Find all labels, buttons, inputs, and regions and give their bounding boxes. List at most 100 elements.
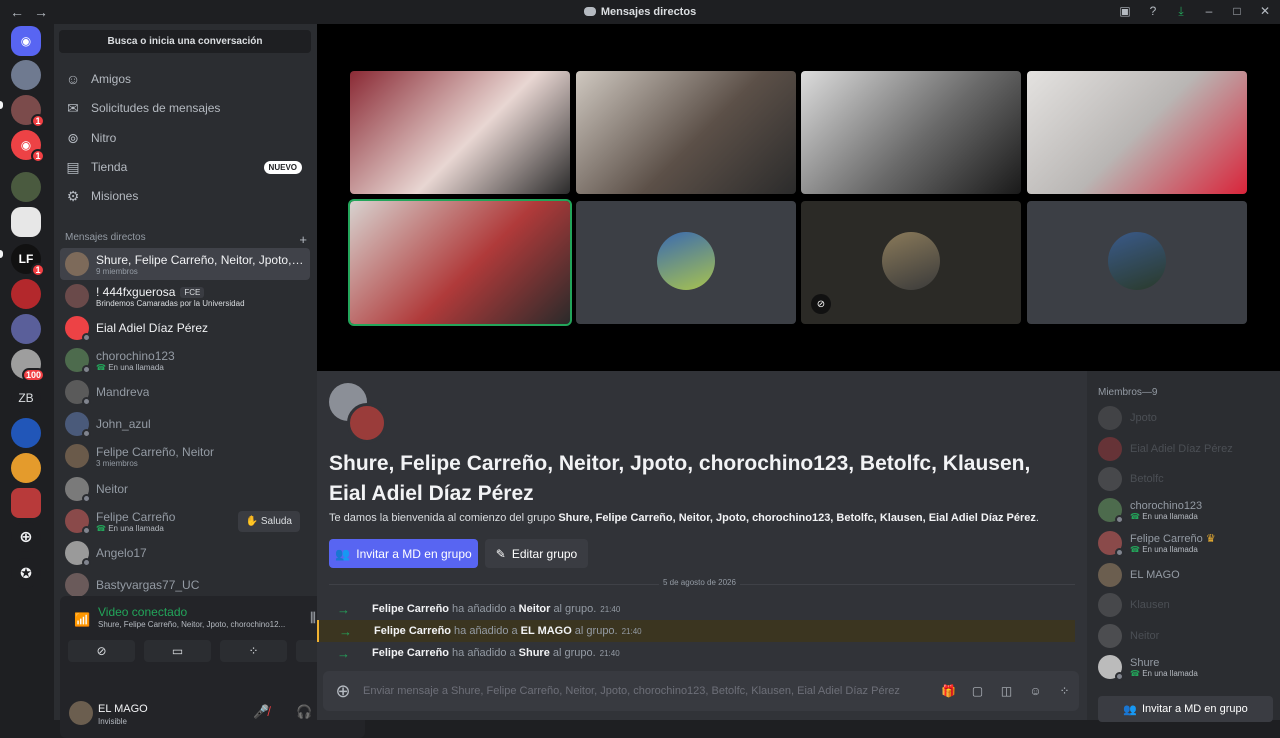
download-icon[interactable]: ⤓ bbox=[1174, 4, 1188, 19]
add-server-icon[interactable]: ⊕ bbox=[11, 522, 41, 552]
avatar bbox=[65, 380, 91, 406]
nav-shop[interactable]: ▤ Tienda NUEVO bbox=[60, 153, 312, 181]
avatar bbox=[65, 412, 91, 438]
camera-off-icon: ⊘ bbox=[96, 644, 107, 658]
server-icon[interactable] bbox=[11, 453, 41, 483]
avatar bbox=[65, 444, 89, 468]
gif-icon[interactable]: ▢ bbox=[963, 684, 992, 698]
dm-item[interactable]: ! 444fxguerosa FCE Brindemos Camaradas por… bbox=[60, 280, 310, 312]
emoji-icon[interactable]: ☺ bbox=[1021, 684, 1050, 698]
status-indicator bbox=[82, 526, 91, 535]
member-item[interactable]: EL MAGO bbox=[1098, 560, 1273, 590]
mute-mic-icon[interactable]: 🎤̸ bbox=[253, 704, 269, 720]
screen-share-button[interactable]: ▭ bbox=[144, 640, 211, 662]
avatar bbox=[65, 509, 91, 535]
participant-tile[interactable] bbox=[576, 201, 796, 324]
status-indicator bbox=[82, 558, 91, 567]
dm-item[interactable]: John_azul bbox=[60, 408, 310, 440]
member-item[interactable]: Jpoto bbox=[1098, 403, 1273, 433]
server-icon[interactable]: ◉ 1 bbox=[11, 130, 45, 163]
voice-channel[interactable]: Shure, Felipe Carreño, Neitor, Jpoto, ch… bbox=[98, 620, 298, 629]
member-item[interactable]: Felipe Carreño ♛En una llamada bbox=[1098, 528, 1273, 558]
search-input[interactable]: Busca o inicia una conversación bbox=[59, 30, 311, 53]
maximize-icon[interactable]: □ bbox=[1230, 4, 1244, 19]
member-item[interactable]: Neitor bbox=[1098, 621, 1273, 651]
create-dm-icon[interactable]: + bbox=[299, 232, 307, 247]
server-icon[interactable]: 100 bbox=[11, 349, 45, 382]
nav-friends[interactable]: ☺ Amigos bbox=[60, 65, 312, 93]
username[interactable]: EL MAGO bbox=[98, 703, 148, 715]
help-icon[interactable]: ? bbox=[1146, 4, 1160, 19]
server-list: ◉ 1 ◉ 1 LF 1 100 ZB ⊕ ✪ bbox=[0, 24, 54, 720]
avatar bbox=[65, 284, 89, 308]
avatar bbox=[1098, 467, 1122, 491]
server-icon[interactable] bbox=[11, 488, 41, 518]
camera-off-button[interactable]: ⊘ bbox=[68, 640, 135, 662]
member-item[interactable]: Betolfc bbox=[1098, 464, 1273, 494]
avatar bbox=[1098, 406, 1122, 430]
video-tile[interactable] bbox=[1027, 71, 1247, 194]
video-tile[interactable] bbox=[801, 71, 1021, 194]
invite-group-dm-button[interactable]: 👥 Invitar a MD en grupo bbox=[329, 539, 478, 568]
new-badge: NUEVO bbox=[263, 160, 302, 174]
dm-item[interactable]: Mandreva bbox=[60, 376, 310, 408]
title-bar: ← → Mensajes directos ▣ ? ⤓ – □ ✕ bbox=[0, 0, 1280, 24]
dm-item[interactable]: Eial Adiel Díaz Pérez bbox=[60, 312, 310, 344]
server-icon[interactable] bbox=[11, 172, 41, 202]
nav-nitro[interactable]: ⊚ Nitro bbox=[60, 124, 312, 152]
avatar[interactable] bbox=[69, 701, 93, 725]
activities-button[interactable]: ⁘ bbox=[220, 640, 287, 662]
video-tile[interactable] bbox=[576, 71, 796, 194]
wave-button[interactable]: ✋ Saluda bbox=[237, 510, 300, 532]
member-item[interactable]: chorochino123En una llamada bbox=[1098, 495, 1273, 525]
gift-icon[interactable]: 🎁 bbox=[934, 684, 963, 698]
join-arrow-icon: → bbox=[337, 601, 350, 617]
server-icon[interactable]: 1 bbox=[11, 95, 45, 128]
dm-item[interactable]: Angelo17 bbox=[60, 537, 310, 569]
nav-message-requests[interactable]: ✉ Solicitudes de mensajes bbox=[60, 94, 312, 122]
server-icon[interactable]: LF 1 bbox=[11, 244, 45, 277]
window-title: Mensajes directos bbox=[0, 6, 1280, 18]
dm-item[interactable]: Shure, Felipe Carreño, Neitor, Jpoto, ch… bbox=[60, 248, 310, 280]
server-icon[interactable] bbox=[11, 418, 41, 448]
avatar bbox=[65, 541, 91, 567]
attach-plus-icon[interactable]: ⊕ bbox=[323, 681, 363, 702]
server-icon[interactable] bbox=[11, 207, 41, 237]
apps-icon[interactable]: ⁘ bbox=[1050, 684, 1079, 698]
noise-suppression-icon[interactable]: ⫼ bbox=[310, 610, 316, 626]
video-tile-speaking[interactable] bbox=[348, 199, 572, 326]
message-input[interactable]: Enviar mensaje a Shure, Felipe Carreño, … bbox=[363, 685, 934, 697]
join-arrow-icon: → bbox=[337, 645, 350, 661]
minimize-icon[interactable]: – bbox=[1202, 4, 1216, 19]
video-tile[interactable] bbox=[350, 71, 570, 194]
server-icon[interactable] bbox=[11, 314, 41, 344]
member-item[interactable]: ShureEn una llamada bbox=[1098, 652, 1273, 682]
sticker-icon[interactable]: ◫ bbox=[992, 684, 1021, 698]
status-indicator bbox=[82, 333, 91, 342]
inbox-icon[interactable]: ▣ bbox=[1118, 4, 1132, 19]
explore-icon[interactable]: ✪ bbox=[11, 558, 41, 588]
message-composer[interactable]: ⊕ Enviar mensaje a Shure, Felipe Carreño… bbox=[323, 671, 1079, 711]
group-title: Shure, Felipe Carreño, Neitor, Jpoto, ch… bbox=[329, 452, 1031, 505]
server-icon[interactable] bbox=[11, 279, 41, 309]
server-icon[interactable] bbox=[11, 60, 41, 90]
system-message: → Felipe Carreño ha añadido a Shure al grupo… bbox=[317, 642, 1075, 664]
member-item[interactable]: Klausen bbox=[1098, 590, 1273, 620]
status-indicator bbox=[82, 494, 91, 503]
participant-tile[interactable]: ⊘ bbox=[801, 201, 1021, 324]
participant-tile[interactable] bbox=[1027, 201, 1247, 324]
dm-item[interactable]: Felipe Carreño, Neitor 3 miembros bbox=[60, 440, 310, 472]
connection-signal-icon[interactable]: 📶 bbox=[74, 612, 90, 628]
edit-group-button[interactable]: ✎ Editar grupo bbox=[485, 539, 588, 568]
invite-group-dm-button-secondary[interactable]: 👥 Invitar a MD en grupo bbox=[1098, 696, 1273, 722]
dm-item[interactable]: Neitor bbox=[60, 473, 310, 505]
dm-item[interactable]: Felipe CarreñoEn una llamada✋ Saluda bbox=[60, 505, 310, 537]
close-icon[interactable]: ✕ bbox=[1258, 4, 1272, 19]
server-icon-zb[interactable]: ZB bbox=[11, 383, 41, 413]
status-indicator bbox=[1115, 548, 1124, 557]
member-item[interactable]: Eial Adiel Díaz Pérez bbox=[1098, 434, 1273, 464]
nav-quests[interactable]: ⚙ Misiones bbox=[60, 182, 312, 210]
home-discord-icon[interactable]: ◉ bbox=[11, 26, 41, 56]
headphones-icon[interactable]: 🎧 bbox=[296, 704, 312, 720]
dm-item[interactable]: chorochino123En una llamada bbox=[60, 344, 310, 376]
